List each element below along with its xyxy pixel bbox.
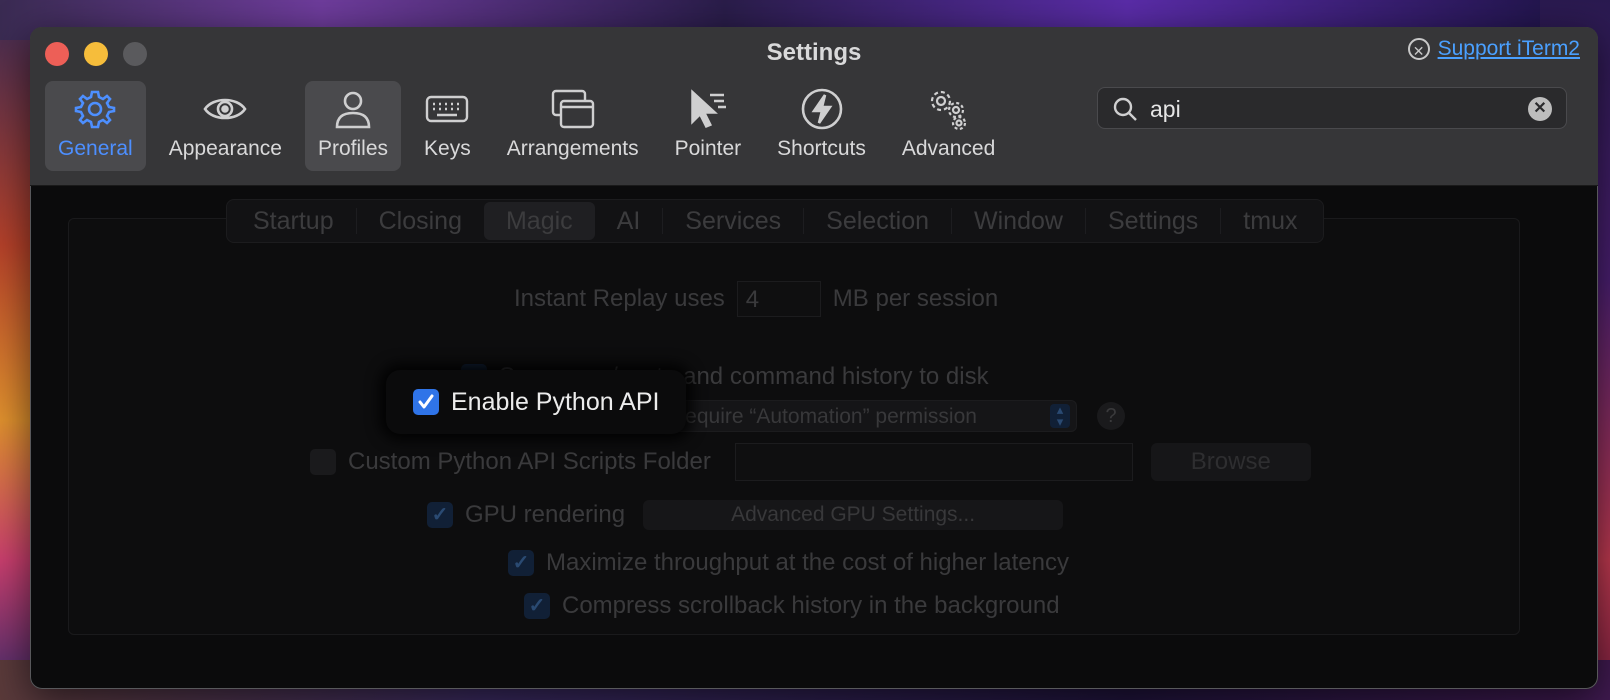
eye-icon bbox=[203, 98, 247, 120]
gpu-rendering-checkbox[interactable]: ✓ bbox=[427, 502, 453, 528]
instant-replay-label: Instant Replay uses bbox=[514, 285, 725, 312]
gear-icon bbox=[75, 90, 116, 129]
tab-services[interactable]: Services bbox=[663, 202, 803, 240]
settings-search-field[interactable]: ✕ bbox=[1097, 87, 1567, 129]
maximize-throughput-row: ✓ Maximize throughput at the cost of hig… bbox=[508, 549, 1069, 577]
toolbar-keys[interactable]: Keys bbox=[411, 81, 484, 171]
bolt-icon bbox=[801, 88, 842, 130]
close-circle-icon[interactable]: ✕ bbox=[1407, 38, 1430, 60]
custom-scripts-row: Custom Python API Scripts Folder Browse bbox=[310, 443, 1311, 481]
toolbar-pointer[interactable]: Pointer bbox=[662, 81, 755, 171]
person-icon bbox=[335, 91, 371, 129]
toolbar-general[interactable]: General bbox=[45, 81, 146, 171]
advanced-gpu-settings-button[interactable]: Advanced GPU Settings... bbox=[643, 500, 1064, 530]
toolbar-label: Pointer bbox=[674, 137, 742, 160]
toolbar-label: Appearance bbox=[168, 137, 282, 160]
maximize-throughput-label: Maximize throughput at the cost of highe… bbox=[546, 549, 1069, 576]
toolbar-label: Keys bbox=[424, 137, 471, 160]
gpu-rendering-label: GPU rendering bbox=[465, 501, 626, 528]
gears-icon bbox=[930, 90, 966, 131]
support-link-group: ✕ Support iTerm2 bbox=[1407, 37, 1580, 61]
custom-scripts-checkbox[interactable] bbox=[310, 449, 336, 475]
pointer-icon bbox=[691, 89, 726, 128]
search-icon bbox=[1113, 97, 1137, 121]
general-settings-content: Startup Closing Magic AI Services Select… bbox=[30, 185, 1598, 689]
enable-python-api-checkbox[interactable] bbox=[413, 389, 439, 415]
enable-python-api-label: Enable Python API bbox=[451, 387, 660, 416]
toolbar-label: Arrangements bbox=[506, 137, 639, 160]
windows-icon bbox=[551, 89, 594, 129]
toolbar-appearance[interactable]: Appearance bbox=[156, 81, 295, 171]
tab-closing[interactable]: Closing bbox=[357, 202, 484, 240]
support-iterm2-link[interactable]: Support iTerm2 bbox=[1438, 37, 1580, 61]
browse-button[interactable]: Browse bbox=[1150, 443, 1311, 481]
custom-scripts-label: Custom Python API Scripts Folder bbox=[348, 448, 711, 475]
chevron-updown-icon: ▴ ▾ bbox=[1050, 403, 1070, 428]
toolbar-profiles[interactable]: Profiles bbox=[304, 81, 402, 171]
toolbar-advanced[interactable]: Advanced bbox=[889, 81, 1008, 171]
help-button[interactable]: ? bbox=[1097, 402, 1125, 430]
window-title: Settings bbox=[766, 39, 862, 66]
settings-window: Settings ✕ Support iTerm2 General Appear… bbox=[30, 27, 1598, 689]
instant-replay-field[interactable]: 4 bbox=[736, 281, 821, 317]
toolbar-shortcuts[interactable]: Shortcuts bbox=[764, 81, 879, 171]
popup-value: Require “Automation” permission bbox=[670, 405, 977, 428]
python-api-options-row: Require “Automation” permission ▴ ▾ ? bbox=[657, 400, 1125, 432]
tab-window[interactable]: Window bbox=[952, 202, 1085, 240]
title-bar: Settings ✕ Support iTerm2 General Appear… bbox=[30, 27, 1598, 186]
scripts-folder-field[interactable] bbox=[734, 443, 1133, 481]
checkmark-icon bbox=[418, 394, 434, 409]
toolbar-label: Profiles bbox=[317, 137, 389, 160]
toolbar-label: Shortcuts bbox=[777, 137, 866, 160]
search-highlight-enable-python-api: Enable Python API bbox=[386, 370, 686, 434]
tab-tmux[interactable]: tmux bbox=[1221, 202, 1319, 240]
clear-search-icon[interactable]: ✕ bbox=[1528, 97, 1552, 121]
search-input[interactable] bbox=[1148, 94, 1522, 124]
preferences-toolbar: General Appearance Profiles Keys Arrange… bbox=[45, 81, 1018, 171]
compress-scrollback-checkbox[interactable]: ✓ bbox=[524, 593, 550, 619]
tab-ai[interactable]: AI bbox=[595, 202, 663, 240]
keyboard-icon bbox=[426, 95, 469, 123]
tab-startup[interactable]: Startup bbox=[231, 202, 356, 240]
maximize-throughput-checkbox[interactable]: ✓ bbox=[508, 550, 534, 576]
toolbar-label: General bbox=[58, 137, 133, 160]
general-tabs: Startup Closing Magic AI Services Select… bbox=[226, 199, 1325, 243]
compress-scrollback-label: Compress scrollback history in the backg… bbox=[562, 592, 1060, 619]
compress-scrollback-row: ✓ Compress scrollback history in the bac… bbox=[524, 592, 1060, 620]
tab-magic[interactable]: Magic bbox=[483, 202, 595, 240]
instant-replay-unit: MB per session bbox=[832, 285, 999, 312]
instant-replay-row: Instant Replay uses 4 MB per session bbox=[514, 281, 998, 317]
toolbar-label: Advanced bbox=[901, 137, 996, 160]
automation-permission-popup[interactable]: Require “Automation” permission ▴ ▾ bbox=[657, 400, 1077, 432]
gpu-rendering-row: ✓ GPU rendering Advanced GPU Settings... bbox=[427, 500, 1064, 530]
tab-selection[interactable]: Selection bbox=[804, 202, 951, 240]
toolbar-arrangements[interactable]: Arrangements bbox=[494, 81, 652, 171]
tab-settings[interactable]: Settings bbox=[1086, 202, 1220, 240]
